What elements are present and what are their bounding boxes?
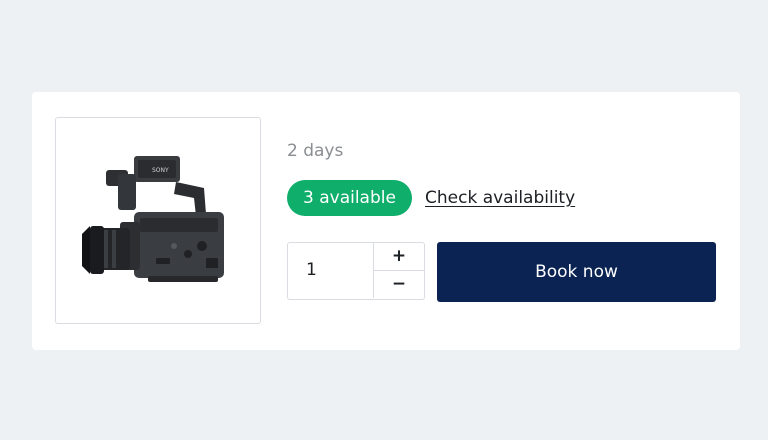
book-now-button[interactable]: Book now [437, 242, 716, 302]
video-camera-icon: SONY [82, 156, 224, 282]
decrement-button[interactable]: − [374, 270, 424, 298]
quantity-input[interactable]: 1 [288, 243, 374, 298]
product-card: SONY 2 days 3 available Check availabili… [32, 92, 740, 350]
product-image: SONY [55, 117, 261, 324]
quantity-stepper: 1 + − [287, 242, 425, 300]
check-availability-link[interactable]: Check availability [425, 188, 575, 208]
rental-duration: 2 days [287, 141, 344, 161]
camera-brand-text: SONY [152, 167, 169, 174]
increment-button[interactable]: + [374, 243, 424, 270]
availability-badge: 3 available [287, 180, 412, 216]
